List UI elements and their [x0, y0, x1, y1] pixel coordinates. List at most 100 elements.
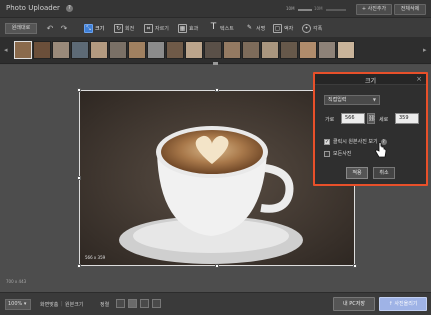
help-icon[interactable]: ?	[66, 5, 73, 12]
thumbnail-item[interactable]	[166, 41, 184, 59]
thumbnail-item[interactable]	[52, 41, 70, 59]
sort-tile-icon[interactable]	[152, 299, 161, 308]
tool-rotate[interactable]: ↻ 회전	[114, 22, 134, 34]
undo-icon[interactable]: ↶	[44, 23, 56, 34]
tool-label: 텍스트	[220, 25, 234, 32]
view-original-label: 클릭시 원본사진 보기	[333, 139, 378, 145]
thumbnail-item[interactable]	[109, 41, 127, 59]
dialog-title: 크기	[364, 78, 377, 85]
tool-label: 서명	[256, 25, 266, 32]
sort-grid-icon[interactable]	[116, 299, 125, 308]
thumbnail-item[interactable]	[90, 41, 108, 59]
thumbnail-list	[14, 41, 355, 59]
fit-screen-button[interactable]: 화면맞춤	[40, 301, 58, 308]
thumbnail-item[interactable]	[33, 41, 51, 59]
size-mode-value: 직접입력	[328, 97, 347, 103]
add-photo-button[interactable]: + 사진추가	[356, 4, 392, 15]
thumbnail-item[interactable]	[14, 41, 32, 59]
resize-handle-n[interactable]	[215, 88, 219, 92]
sort-large-icon[interactable]	[140, 299, 149, 308]
chevron-down-icon: ▼	[372, 97, 376, 102]
rotate-icon: ↻	[114, 23, 123, 33]
separator: |	[61, 301, 63, 307]
thumbnail-item[interactable]	[299, 41, 317, 59]
resize-handle-nw[interactable]	[77, 88, 81, 92]
resize-icon: ⤡	[84, 23, 93, 33]
thumbnail-item[interactable]	[261, 41, 279, 59]
original-size-label: 700 x 443	[6, 279, 27, 284]
file-size-bar	[298, 9, 312, 11]
app-title: Photo Uploader	[6, 4, 60, 12]
tool-resize[interactable]: ⤡ 크기	[84, 22, 104, 34]
thumbnail-item[interactable]	[242, 41, 260, 59]
resize-handle-w[interactable]	[77, 176, 81, 180]
sort-list-icon[interactable]	[128, 299, 137, 308]
width-input[interactable]: 566	[341, 113, 365, 124]
zoom-value: 100%	[8, 301, 23, 307]
restore-button[interactable]: 원래대로	[5, 23, 37, 34]
height-input[interactable]: 359	[395, 113, 419, 124]
thumbnail-item[interactable]	[204, 41, 222, 59]
strip-next-icon[interactable]: ▸	[423, 46, 427, 54]
aspect-lock-icon[interactable]: ⛓	[367, 113, 376, 124]
cancel-button[interactable]: 취소	[373, 167, 395, 179]
frame-icon: ▢	[273, 23, 282, 33]
edit-toolbar: 원래대로 ↶ ↷ ⤡ 크기 ↻ 회전 ⌗ 자르기 ▦ 효과 T 텍스트 ✎ 서명…	[0, 18, 431, 38]
resize-handle-s[interactable]	[215, 264, 219, 268]
dialog-header: 크기 ×	[315, 74, 426, 85]
height-label: 세로	[379, 117, 389, 123]
resize-handle-se[interactable]	[353, 264, 357, 268]
tool-effect[interactable]: ▦ 효과	[178, 22, 198, 34]
signature-icon: ✎	[246, 23, 253, 31]
thumbnail-item[interactable]	[147, 41, 165, 59]
size-dialog: 크기 × 직접입력 ▼ 가로 566 ⛓ 세로 359 ✓ 클릭시 원본사진 보…	[313, 72, 428, 186]
sticker-icon: •	[302, 23, 311, 33]
top-bar: Photo Uploader ? 10M 10M + 사진추가 전체삭제	[0, 0, 431, 18]
delete-all-button[interactable]: 전체삭제	[394, 4, 426, 15]
tool-crop[interactable]: ⌗ 자르기	[144, 22, 169, 34]
thumbnail-item[interactable]	[71, 41, 89, 59]
thumbnail-item[interactable]	[318, 41, 336, 59]
all-photos-label: 모든사진	[333, 151, 352, 157]
thumbnail-item[interactable]	[223, 41, 241, 59]
tool-signature[interactable]: ✎ 서명	[245, 22, 265, 34]
tool-label: 효과	[189, 25, 199, 32]
zoom-select[interactable]: 100% ▾	[5, 299, 31, 310]
selection-size-label: 566 x 359	[85, 255, 106, 260]
tool-text[interactable]: T 텍스트	[209, 22, 234, 34]
text-icon: T	[210, 21, 217, 32]
tool-frame[interactable]: ▢ 액자	[273, 22, 293, 34]
thumbnail-item[interactable]	[280, 41, 298, 59]
size-mode-select[interactable]: 직접입력 ▼	[324, 95, 380, 105]
thumbnail-item[interactable]	[185, 41, 203, 59]
tool-label: 각폭	[313, 25, 323, 32]
all-photos-checkbox[interactable]	[324, 150, 330, 157]
original-size-button[interactable]: 원본크기	[65, 301, 83, 308]
tool-label: 자르기	[155, 25, 169, 32]
thumbnail-item[interactable]	[337, 41, 355, 59]
thumbnail-item[interactable]	[128, 41, 146, 59]
apply-button[interactable]: 적용	[346, 167, 368, 179]
file-size-label: 10M	[286, 6, 295, 11]
upload-photos-button[interactable]: ↑ 사진올리기	[379, 297, 427, 311]
bottom-bar: 100% ▾ 화면맞춤 | 원본크기 정렬 내 PC저장 ↑ 사진올리기	[0, 292, 431, 315]
redo-icon[interactable]: ↷	[58, 23, 70, 34]
effect-icon: ▦	[178, 23, 187, 33]
save-to-pc-button[interactable]: 내 PC저장	[333, 297, 375, 311]
resize-handle-sw[interactable]	[77, 264, 81, 268]
tool-label: 액자	[284, 25, 294, 32]
file-size-bar-remaining	[326, 9, 346, 11]
view-original-checkbox[interactable]: ✓	[324, 138, 330, 145]
thumbnail-strip: ◂ ▸	[0, 38, 431, 64]
file-size-max-label: 10M	[314, 6, 323, 11]
all-photos-option[interactable]: 모든사진	[324, 150, 351, 157]
close-icon[interactable]: ×	[416, 75, 422, 83]
tool-label: 크기	[95, 25, 105, 32]
crop-icon: ⌗	[144, 23, 153, 33]
sort-label: 정렬	[100, 302, 110, 308]
strip-prev-icon[interactable]: ◂	[4, 46, 8, 54]
tool-sticker[interactable]: • 각폭	[302, 22, 322, 34]
width-label: 가로	[325, 117, 335, 123]
hand-cursor-icon	[375, 142, 387, 158]
tool-label: 회전	[125, 25, 135, 32]
